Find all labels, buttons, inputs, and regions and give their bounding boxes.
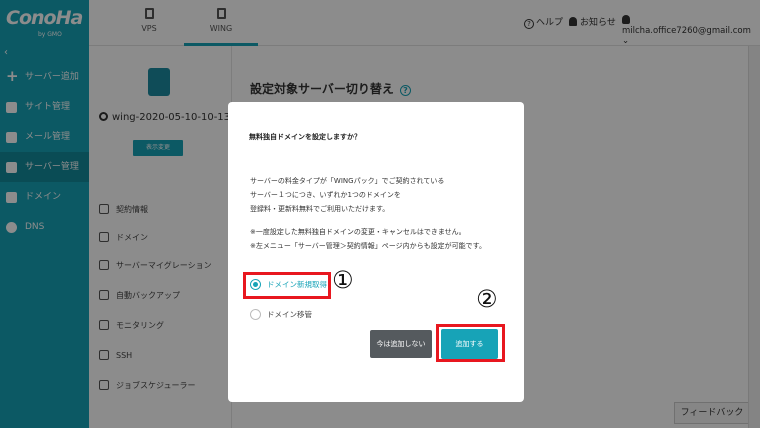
description-line: サーバー１つにつき、いずれか1つのドメインを: [250, 191, 401, 199]
dialog-description: サーバーの料金タイプが「WINGパック」でご契約されている サーバー１つにつき、…: [250, 174, 444, 216]
dialog-title: 無料独自ドメインを設定しますか？: [249, 133, 361, 141]
radio-label: ドメイン移管: [267, 310, 312, 319]
skip-button[interactable]: 今は追加しない: [370, 330, 432, 358]
annotation-number-2: ②: [476, 285, 498, 313]
note-line: ※一度設定した無料独自ドメインの変更・キャンセルはできません。: [250, 228, 466, 236]
note-line: ※左メニュー「サーバー管理＞契約情報」ページ内からも設定が可能です。: [250, 242, 486, 250]
highlight-box-2: [436, 324, 505, 362]
description-line: サーバーの料金タイプが「WINGパック」でご契約されている: [250, 177, 445, 185]
radio-unchecked-icon[interactable]: [250, 309, 261, 320]
highlight-box-1: [243, 272, 331, 299]
description-line: 登録料・更新料無料でご利用いただけます。: [250, 205, 390, 213]
radio-transfer-domain[interactable]: ドメイン移管: [250, 309, 312, 320]
annotation-number-1: ①: [332, 266, 354, 294]
dialog-notes: ※一度設定した無料独自ドメインの変更・キャンセルはできません。 ※左メニュー「サ…: [250, 225, 486, 253]
